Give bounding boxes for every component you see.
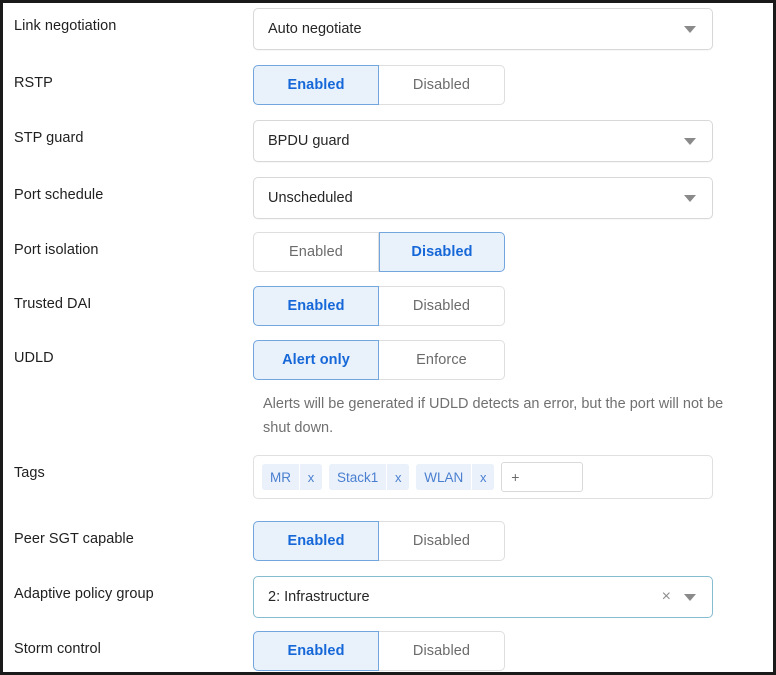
toggle-udld-alert-only[interactable]: Alert only: [253, 340, 379, 380]
form-row-adaptive-policy-group: Adaptive policy group 2: Infrastructure ×: [3, 576, 773, 618]
form-row-peer-sgt-capable: Peer SGT capable Enabled Disabled: [3, 521, 773, 561]
toggle-trusted-dai-disabled[interactable]: Disabled: [379, 286, 505, 326]
toggle-peer-sgt-capable-enabled[interactable]: Enabled: [253, 521, 379, 561]
form-row-storm-control: Storm control Enabled Disabled: [3, 631, 773, 671]
control-rstp: Enabled Disabled: [253, 65, 773, 105]
toggle-group-rstp: Enabled Disabled: [253, 65, 505, 105]
tag-label: WLAN: [416, 464, 472, 490]
form-row-link-negotiation: Link negotiation Auto negotiate: [3, 8, 773, 50]
tags-input-container[interactable]: MR x Stack1 x WLAN x +: [253, 455, 713, 499]
label-trusted-dai: Trusted DAI: [14, 296, 92, 312]
select-port-schedule[interactable]: Unscheduled: [253, 177, 713, 219]
select-value-adaptive-policy-group: 2: Infrastructure: [268, 589, 370, 605]
chevron-down-icon: [684, 137, 696, 145]
helper-text-udld: Alerts will be generated if UDLD detects…: [263, 396, 724, 436]
tag-item: WLAN x: [416, 464, 495, 490]
toggle-port-isolation-enabled[interactable]: Enabled: [253, 232, 379, 272]
label-tags: Tags: [14, 465, 45, 481]
port-settings-form: Link negotiation Auto negotiate RSTP Enable…: [3, 3, 773, 672]
tag-remove-icon[interactable]: x: [386, 464, 410, 490]
tag-remove-icon[interactable]: x: [471, 464, 495, 490]
toggle-peer-sgt-capable-disabled[interactable]: Disabled: [379, 521, 505, 561]
label-peer-sgt-capable: Peer SGT capable: [14, 531, 134, 547]
label-udld: UDLD: [14, 350, 54, 366]
form-row-port-schedule: Port schedule Unscheduled: [3, 177, 773, 219]
toggle-rstp-enabled[interactable]: Enabled: [253, 65, 379, 105]
label-storm-control: Storm control: [14, 641, 101, 657]
toggle-storm-control-disabled[interactable]: Disabled: [379, 631, 505, 671]
toggle-udld-enforce[interactable]: Enforce: [379, 340, 505, 380]
control-trusted-dai: Enabled Disabled: [253, 286, 773, 326]
chevron-down-icon: [684, 25, 696, 33]
control-port-isolation: Enabled Disabled: [253, 232, 773, 272]
label-link-negotiation: Link negotiation: [14, 18, 117, 34]
tag-remove-icon[interactable]: x: [299, 464, 322, 490]
label-port-schedule: Port schedule: [14, 187, 104, 203]
toggle-group-trusted-dai: Enabled Disabled: [253, 286, 505, 326]
form-row-trusted-dai: Trusted DAI Enabled Disabled: [3, 286, 773, 326]
toggle-storm-control-enabled[interactable]: Enabled: [253, 631, 379, 671]
control-link-negotiation: Auto negotiate: [253, 8, 773, 50]
clear-icon[interactable]: ×: [662, 589, 671, 605]
control-udld: Alert only Enforce: [253, 340, 773, 380]
form-row-port-isolation: Port isolation Enabled Disabled: [3, 232, 773, 272]
control-storm-control: Enabled Disabled: [253, 631, 773, 671]
control-peer-sgt-capable: Enabled Disabled: [253, 521, 773, 561]
control-stp-guard: BPDU guard: [253, 120, 773, 162]
settings-panel: Link negotiation Auto negotiate RSTP Enable…: [0, 0, 776, 675]
tag-item: MR x: [262, 464, 322, 490]
toggle-group-peer-sgt-capable: Enabled Disabled: [253, 521, 505, 561]
tag-add-input[interactable]: +: [501, 462, 584, 492]
label-adaptive-policy-group: Adaptive policy group: [14, 586, 154, 602]
form-row-rstp: RSTP Enabled Disabled: [3, 65, 773, 105]
control-tags: MR x Stack1 x WLAN x +: [253, 455, 773, 499]
select-adaptive-policy-group[interactable]: 2: Infrastructure ×: [253, 576, 713, 618]
label-rstp: RSTP: [14, 75, 53, 91]
tag-item: Stack1 x: [329, 464, 410, 490]
toggle-group-port-isolation: Enabled Disabled: [253, 232, 505, 272]
tag-label: Stack1: [329, 464, 387, 490]
control-adaptive-policy-group: 2: Infrastructure ×: [253, 576, 773, 618]
chevron-down-icon: [684, 593, 696, 601]
select-value-stp-guard: BPDU guard: [268, 133, 350, 149]
select-value-link-negotiation: Auto negotiate: [268, 21, 362, 37]
select-link-negotiation[interactable]: Auto negotiate: [253, 8, 713, 50]
control-port-schedule: Unscheduled: [253, 177, 773, 219]
form-row-tags: Tags MR x Stack1 x WLAN x +: [3, 455, 773, 499]
select-stp-guard[interactable]: BPDU guard: [253, 120, 713, 162]
chevron-down-icon: [684, 194, 696, 202]
toggle-group-storm-control: Enabled Disabled: [253, 631, 505, 671]
toggle-port-isolation-disabled[interactable]: Disabled: [379, 232, 505, 272]
toggle-group-udld: Alert only Enforce: [253, 340, 505, 380]
select-value-port-schedule: Unscheduled: [268, 190, 353, 206]
form-row-stp-guard: STP guard BPDU guard: [3, 120, 773, 162]
toggle-rstp-disabled[interactable]: Disabled: [379, 65, 505, 105]
tag-label: MR: [262, 464, 299, 490]
form-row-udld: UDLD Alert only Enforce: [3, 340, 773, 380]
toggle-trusted-dai-enabled[interactable]: Enabled: [253, 286, 379, 326]
label-port-isolation: Port isolation: [14, 242, 99, 258]
label-stp-guard: STP guard: [14, 130, 84, 146]
